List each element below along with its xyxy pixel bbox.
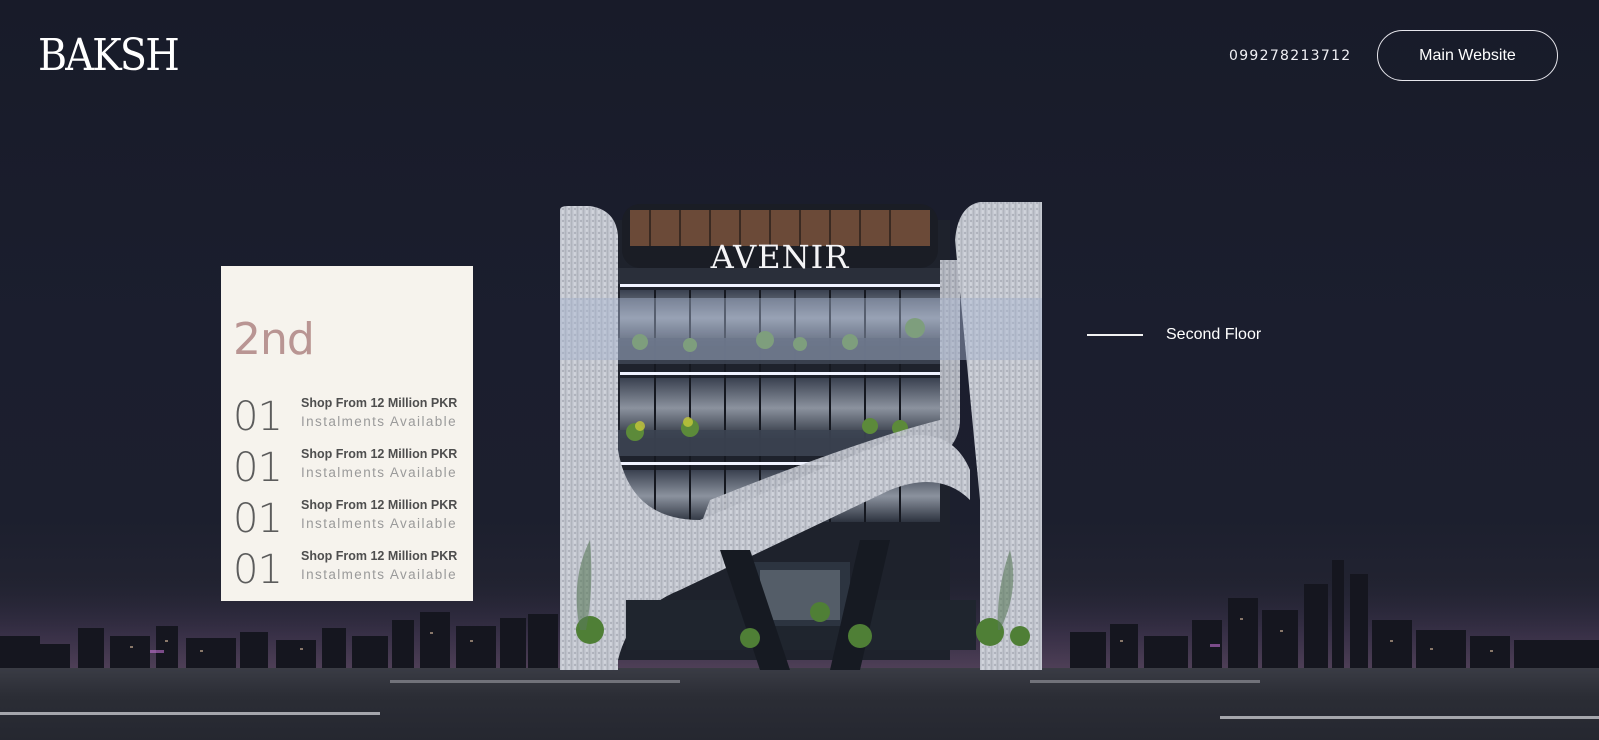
phone-number[interactable]: 099278213712 xyxy=(1229,48,1352,64)
main-website-button[interactable]: Main Website xyxy=(1377,30,1558,81)
floor-label[interactable]: Second Floor xyxy=(1166,326,1261,344)
unit-title: Shop From 12 Million PKR xyxy=(301,396,458,410)
unit-title: Shop From 12 Million PKR xyxy=(301,549,458,563)
unit-number: 01 xyxy=(233,394,283,440)
floor-info-card: 2nd 01 Shop From 12 Million PKR Instalme… xyxy=(221,266,473,601)
unit-number: 01 xyxy=(233,496,283,542)
unit-item[interactable]: 01 Shop From 12 Million PKR Instalments … xyxy=(233,547,469,599)
unit-subtitle: Instalments Available xyxy=(301,516,457,531)
building-image: AVENIR xyxy=(560,202,1042,670)
floor-highlight xyxy=(560,298,1042,360)
road-marking xyxy=(0,712,380,715)
building-sign: AVENIR xyxy=(710,238,850,276)
unit-item[interactable]: 01 Shop From 12 Million PKR Instalments … xyxy=(233,496,469,548)
unit-subtitle: Instalments Available xyxy=(301,414,457,429)
baksh-logo[interactable]: BAKSH xyxy=(38,30,180,81)
unit-title: Shop From 12 Million PKR xyxy=(301,447,458,461)
unit-number: 01 xyxy=(233,445,283,491)
road-marking xyxy=(1030,680,1260,683)
unit-item[interactable]: 01 Shop From 12 Million PKR Instalments … xyxy=(233,394,469,446)
unit-title: Shop From 12 Million PKR xyxy=(301,498,458,512)
unit-subtitle: Instalments Available xyxy=(301,465,457,480)
road-marking xyxy=(390,680,680,683)
road-marking xyxy=(1220,716,1599,719)
floor-number: 2nd xyxy=(233,314,315,365)
unit-item[interactable]: 01 Shop From 12 Million PKR Instalments … xyxy=(233,445,469,497)
floor-indicator-line xyxy=(1087,334,1143,336)
unit-number: 01 xyxy=(233,547,283,593)
road xyxy=(0,668,1599,740)
unit-subtitle: Instalments Available xyxy=(301,567,457,582)
